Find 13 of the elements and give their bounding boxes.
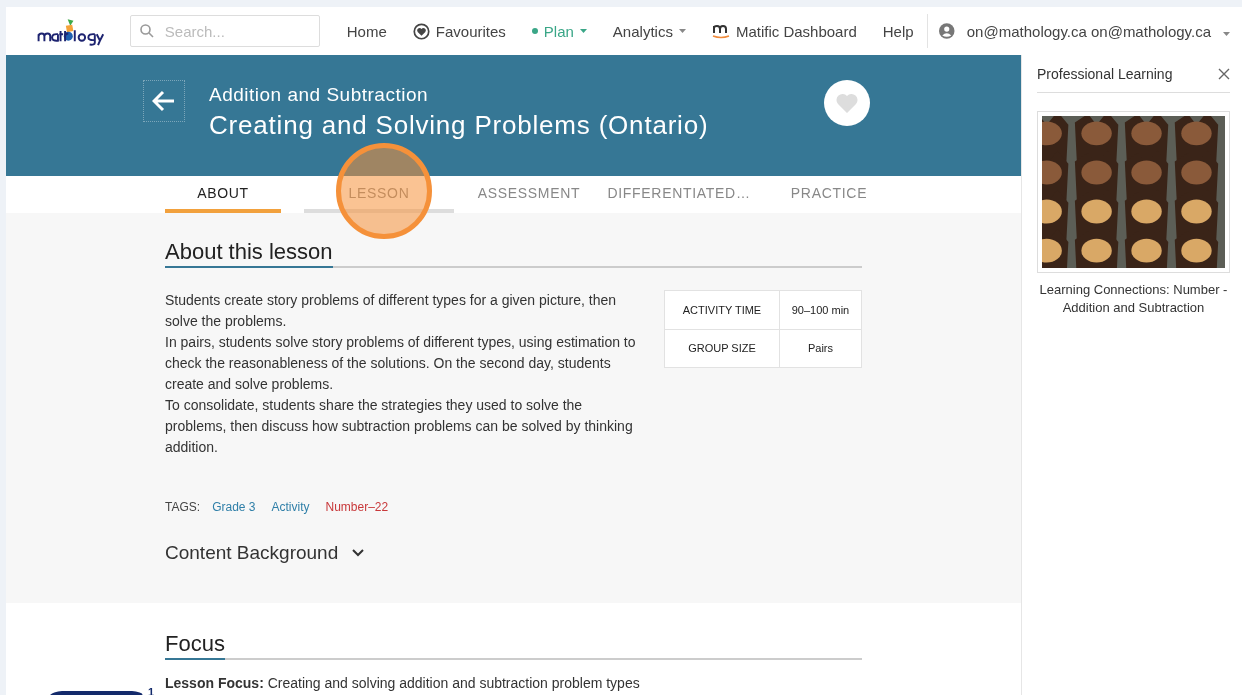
tags-label: TAGS: (165, 500, 201, 514)
table-cell: Pairs (779, 329, 862, 368)
table-cell: ACTIVITY TIME (664, 290, 780, 329)
table-cell: GROUP SIZE (664, 329, 780, 368)
table-cell: 90–100 min (779, 290, 862, 329)
lesson-subtitle: Addition and Subtraction (209, 84, 429, 106)
resource-caption: Learning Connections: Number - Addition and Subtraction (1038, 281, 1229, 317)
lesson-description: Students create story problems of different types for a given picture, then solve the problems. In pairs, students solve story problems of different types, using estimation to check the reasonableness of the solutions. On the second day, students create and solve problems. To consolidate, students share the strategies they used to solve the problems, then discuss how subtraction problems can be solved by thinking addition. (165, 291, 637, 457)
lesson-focus-text: Lesson Focus: Creating and solving addition and subtraction problem types (165, 675, 640, 691)
sidebar-title: Professional Learning (1037, 66, 1173, 82)
section-heading: About this lesson (165, 239, 333, 268)
section-heading: Focus (165, 631, 225, 660)
lesson-title: Creating and Solving Problems (Ontario) (209, 110, 709, 141)
